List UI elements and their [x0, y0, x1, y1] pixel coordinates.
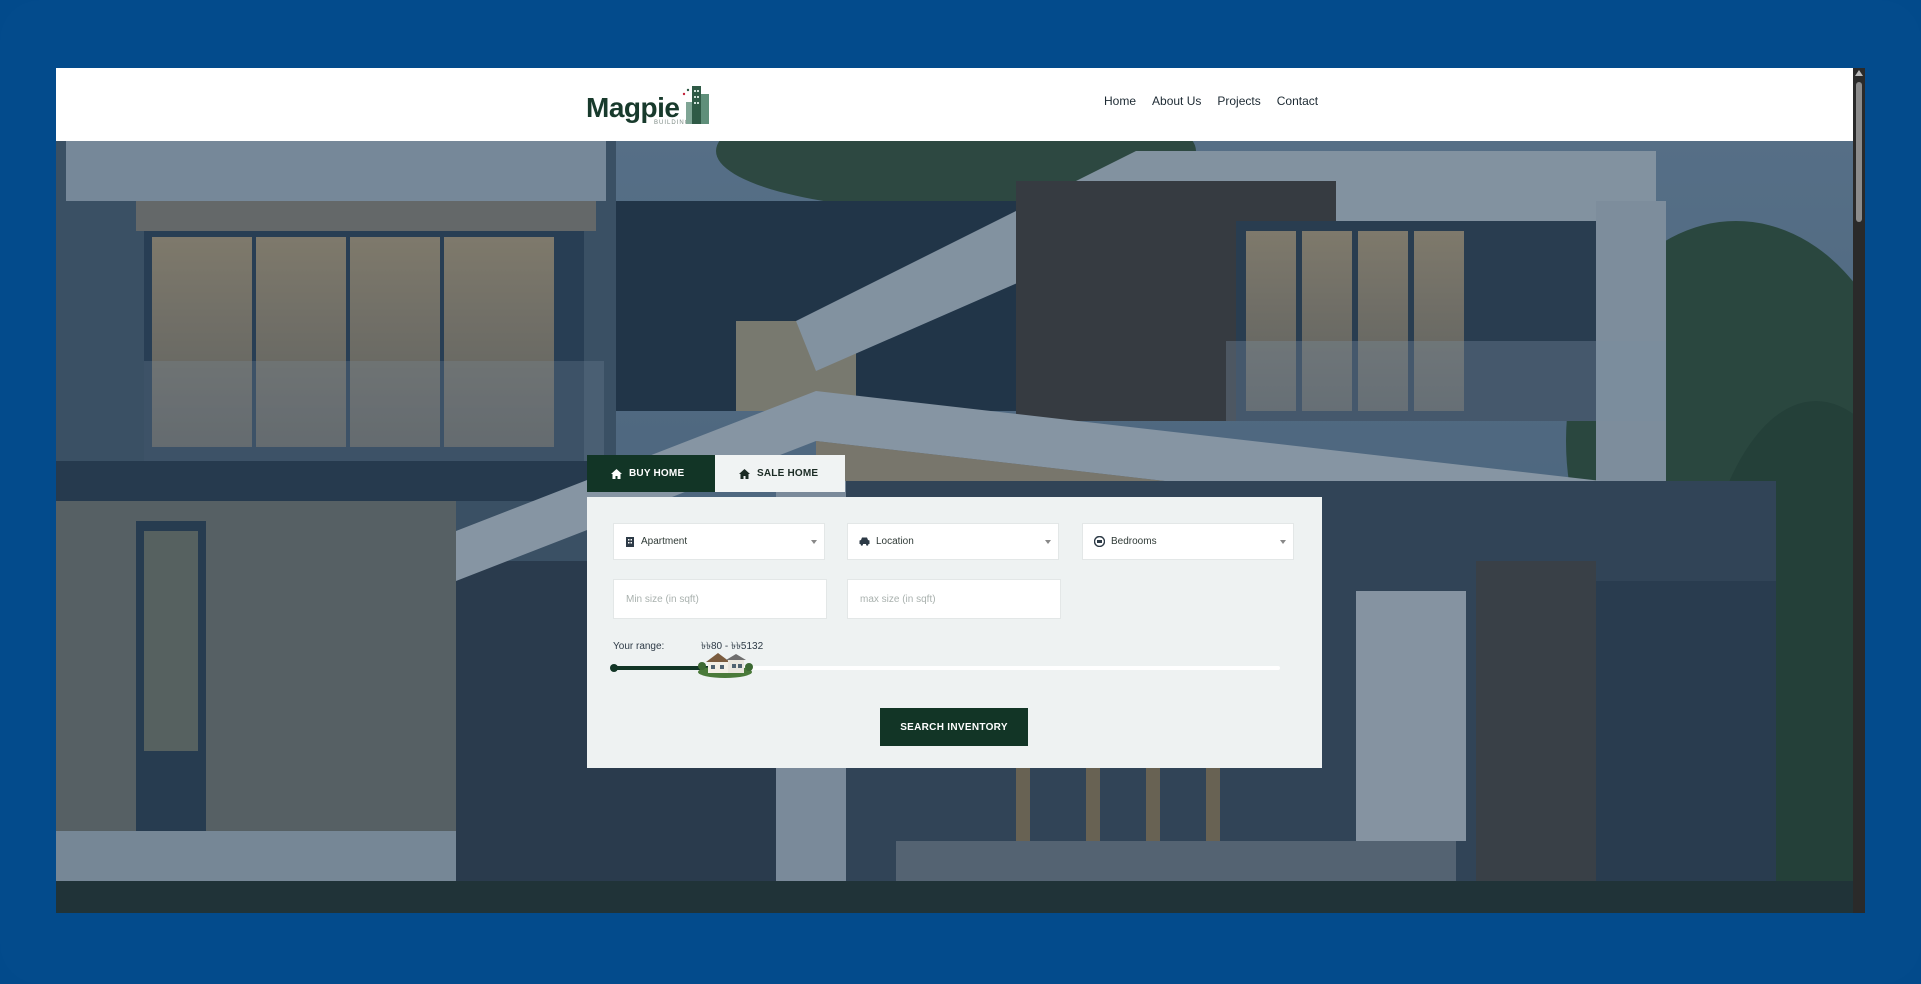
building-logo-icon [682, 86, 709, 124]
nav-contact[interactable]: Contact [1277, 94, 1318, 108]
page-scrollbar[interactable] [1853, 68, 1865, 913]
bedroom-icon [1094, 536, 1105, 547]
max-size-input[interactable] [847, 579, 1061, 619]
building-icon [626, 537, 634, 547]
search-inventory-button[interactable]: SEARCH INVENTORY [880, 708, 1028, 746]
main-nav: Home About Us Projects Contact [1104, 94, 1334, 108]
scroll-thumb[interactable] [1856, 82, 1862, 222]
search-tabs: BUY HOME SALE HOME [587, 455, 845, 492]
home-icon [739, 468, 750, 479]
nav-projects[interactable]: Projects [1217, 94, 1260, 108]
property-type-select[interactable]: Apartment [613, 523, 825, 560]
price-range-slider[interactable] [610, 653, 1280, 678]
tab-sale-home[interactable]: SALE HOME [715, 455, 845, 492]
property-type-value: Apartment [641, 536, 688, 547]
bedrooms-value: Bedrooms [1111, 536, 1157, 547]
min-size-input[interactable] [613, 579, 827, 619]
nav-home[interactable]: Home [1104, 94, 1136, 108]
browser-viewport: Magpie BUILDING LTD Home About Us Projec… [56, 68, 1865, 913]
scroll-up-arrow-icon[interactable] [1855, 70, 1863, 76]
chevron-down-icon [811, 540, 817, 544]
location-value: Location [876, 536, 914, 547]
tab-buy-home[interactable]: BUY HOME [587, 455, 715, 492]
search-panel: Apartment Location Bedrooms Your range: … [587, 497, 1322, 768]
home-icon [611, 468, 622, 479]
tab-sale-home-label: SALE HOME [757, 468, 819, 479]
brand-logo[interactable]: Magpie BUILDING LTD [586, 80, 736, 130]
location-select[interactable]: Location [847, 523, 1059, 560]
house-handle-icon[interactable] [696, 648, 754, 678]
screenshot-frame: Magpie BUILDING LTD Home About Us Projec… [0, 0, 1921, 984]
bedrooms-select[interactable]: Bedrooms [1082, 523, 1294, 560]
site-header: Magpie BUILDING LTD Home About Us Projec… [56, 68, 1853, 141]
tab-buy-home-label: BUY HOME [629, 468, 685, 479]
chevron-down-icon [1280, 540, 1286, 544]
range-min-handle[interactable] [610, 664, 618, 672]
nav-about-us[interactable]: About Us [1152, 94, 1201, 108]
range-label: Your range: [613, 641, 665, 652]
car-icon [859, 537, 870, 546]
chevron-down-icon [1045, 540, 1051, 544]
